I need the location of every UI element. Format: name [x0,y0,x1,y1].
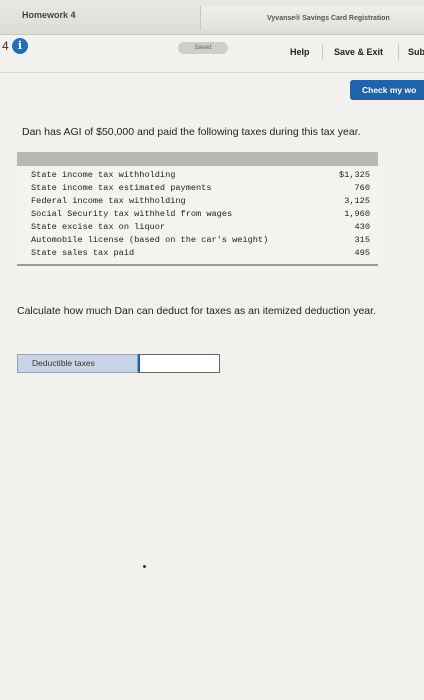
top-bar: Homework 4 Vyvanse® Savings Card Registr… [0,0,424,35]
tax-item-label: State excise tax on liquor [31,222,166,232]
stray-dot [143,565,146,568]
save-exit-button[interactable]: Save & Exit [334,47,383,57]
tax-item-amount: 430 [354,222,370,232]
tax-table-header [17,152,378,166]
separator [398,44,399,60]
tax-table-body: State income tax withholding $1,325 State … [17,166,378,264]
question-prompt: Dan has AGI of $50,000 and paid the foll… [22,126,361,138]
tax-item-amount: 1,960 [344,209,370,219]
tax-item-amount: $1,325 [339,170,370,180]
tax-item-label: State income tax estimated payments [31,183,212,193]
table-row: State sales tax paid 495 [17,247,378,260]
tax-item-label: State income tax withholding [31,170,176,180]
saved-status-badge: Saved [178,42,228,54]
table-row: Federal income tax withholding 3,125 [17,195,378,208]
question-instruction: Calculate how much Dan can deduct for ta… [17,305,376,317]
browser-tab[interactable]: Vyvanse® Savings Card Registration [200,6,424,30]
browser-tab-label: Vyvanse® Savings Card Registration [267,15,390,22]
tax-item-label: State sales tax paid [31,248,135,258]
table-row: Social Security tax withheld from wages 1… [17,208,378,221]
table-row: State income tax estimated payments 760 [17,182,378,195]
info-icon[interactable]: i [12,38,28,54]
tax-item-label: Social Security tax withheld from wages [31,209,233,219]
table-row: State income tax withholding $1,325 [17,169,378,182]
check-my-work-button[interactable]: Check my wo [350,80,424,100]
separator [322,44,323,60]
tax-item-amount: 3,125 [344,196,370,206]
help-button[interactable]: Help [290,47,310,57]
deductible-taxes-input[interactable] [138,354,220,373]
tax-item-label: Automobile license (based on the car's w… [31,235,269,245]
tax-table-bottom-rule [17,264,378,266]
table-row: State excise tax on liquor 430 [17,221,378,234]
question-number: 4 [2,39,9,53]
tax-item-amount: 760 [354,183,370,193]
homework-title: Homework 4 [22,10,76,20]
divider [0,72,424,73]
submit-button[interactable]: Sub [408,47,424,57]
tax-item-label: Federal income tax withholding [31,196,186,206]
tax-table: State income tax withholding $1,325 State … [17,152,378,266]
table-row: Automobile license (based on the car's w… [17,234,378,247]
tax-item-amount: 495 [354,248,370,258]
tax-item-amount: 315 [354,235,370,245]
deductible-taxes-label: Deductible taxes [17,354,138,373]
